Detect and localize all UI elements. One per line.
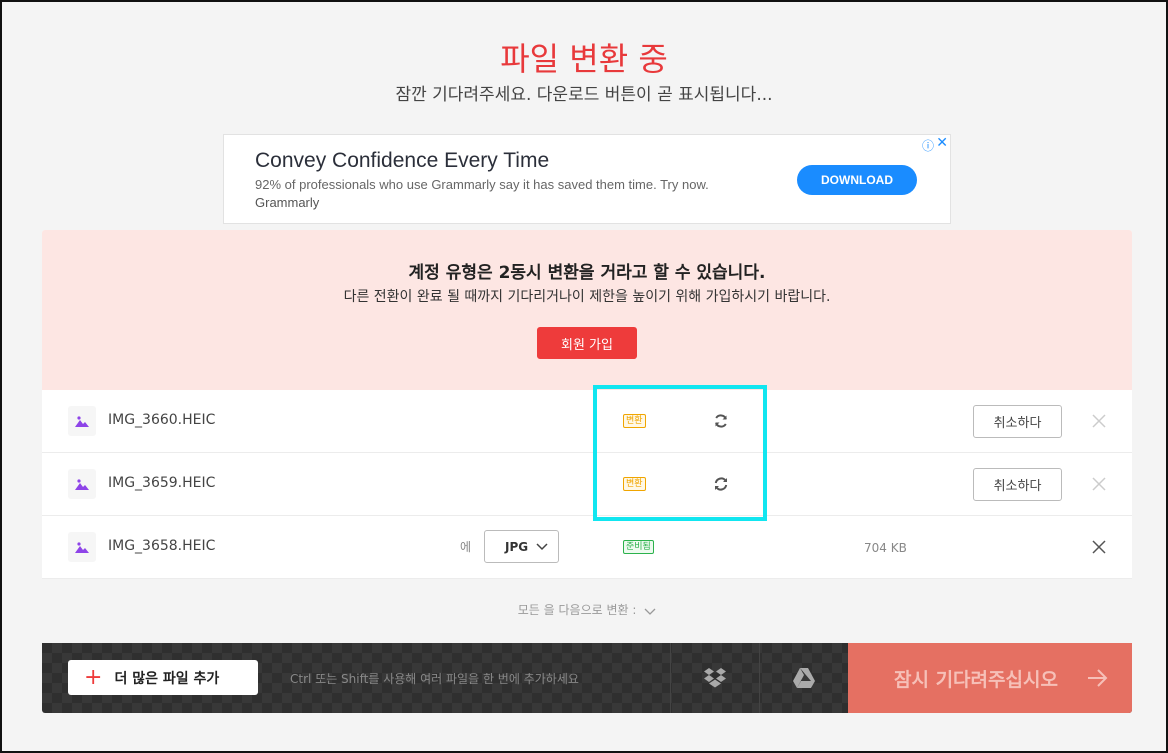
ad-brand: Grammarly (255, 195, 320, 210)
page-frame: 파일 변환 중 잠깐 기다려주세요. 다운로드 버튼이 곧 표시됩니다... C… (0, 0, 1168, 753)
ad-info-icon[interactable]: ⓘ (922, 137, 934, 154)
limit-notice: 계정 유형은 2동시 변환을 거라고 할 수 있습니다. 다른 전환이 완료 될… (42, 230, 1132, 390)
close-icon[interactable] (1091, 539, 1107, 559)
notice-text: 다른 전환이 완료 될 때까지 기다리거나이 제한을 높이기 위해 가입하시기 … (343, 289, 831, 305)
plus-icon: + (84, 664, 103, 690)
ad-banner[interactable]: Convey Confidence Every Time 92% of prof… (223, 134, 951, 224)
multi-select-hint: Ctrl 또는 Shift를 사용해 여러 파일을 한 번에 추가하세요 (290, 672, 579, 686)
cancel-button[interactable]: 취소하다 (973, 405, 1062, 438)
file-size: 704 KB (864, 541, 907, 555)
file-row: IMG_3659.HEIC 변환 취소하다 (42, 453, 1132, 516)
convert-all-dropdown[interactable]: 모든 을 다음으로 변환 : (42, 579, 1132, 643)
cancel-button[interactable]: 취소하다 (973, 468, 1062, 501)
notice-title: 계정 유형은 2동시 변환을 거라고 할 수 있습니다. (408, 263, 766, 283)
file-name: IMG_3660.HEIC (108, 412, 216, 428)
to-label: 에 (460, 540, 472, 554)
convert-all-label: 모든 을 다음으로 변환 : (517, 603, 637, 617)
ad-headline[interactable]: Convey Confidence Every Time (255, 149, 549, 173)
file-row: IMG_3658.HEIC 에 JPG 준비됨 704 KB (42, 516, 1132, 579)
add-more-files-label: 더 많은 파일 추가 (114, 670, 220, 687)
wait-button[interactable]: 잠시 기다려주십시오 (848, 643, 1132, 713)
google-drive-button[interactable] (759, 643, 848, 713)
google-drive-icon (793, 668, 815, 688)
bottom-toolbar: + 더 많은 파일 추가 Ctrl 또는 Shift를 사용해 여러 파일을 한… (42, 643, 1132, 713)
arrow-right-icon (1088, 669, 1108, 687)
chevron-down-icon (536, 543, 548, 551)
image-file-icon (68, 532, 96, 562)
refresh-icon (713, 476, 729, 496)
ad-body: 92% of professionals who use Grammarly s… (255, 177, 709, 192)
page-subtitle: 잠깐 기다려주세요. 다운로드 버튼이 곧 표시됩니다... (395, 85, 773, 105)
image-file-icon (68, 469, 96, 499)
file-name: IMG_3658.HEIC (108, 538, 216, 554)
dropbox-icon (704, 668, 726, 688)
image-file-icon (68, 406, 96, 436)
file-name: IMG_3659.HEIC (108, 475, 216, 491)
dropbox-button[interactable] (670, 643, 759, 713)
signup-button[interactable]: 회원 가입 (537, 327, 637, 359)
page-title: 파일 변환 중 (500, 40, 668, 78)
add-more-files-button[interactable]: + 더 많은 파일 추가 (68, 660, 258, 695)
status-badge: 변환 (623, 477, 646, 491)
close-icon[interactable] (1091, 476, 1107, 496)
conversion-panel: 계정 유형은 2동시 변환을 거라고 할 수 있습니다. 다른 전환이 완료 될… (42, 230, 1132, 713)
status-badge: 준비됨 (623, 540, 654, 554)
format-value: JPG (505, 539, 529, 554)
status-badge: 변환 (623, 414, 646, 428)
format-select[interactable]: JPG (484, 530, 559, 563)
ad-download-button[interactable]: DOWNLOAD (797, 165, 917, 195)
chevron-down-icon (644, 608, 656, 615)
file-row: IMG_3660.HEIC 변환 취소하다 (42, 390, 1132, 453)
ad-close-icon[interactable]: ✕ (936, 135, 948, 151)
refresh-icon (713, 413, 729, 433)
close-icon[interactable] (1091, 413, 1107, 433)
wait-label: 잠시 기다려주십시오 (894, 668, 1058, 691)
